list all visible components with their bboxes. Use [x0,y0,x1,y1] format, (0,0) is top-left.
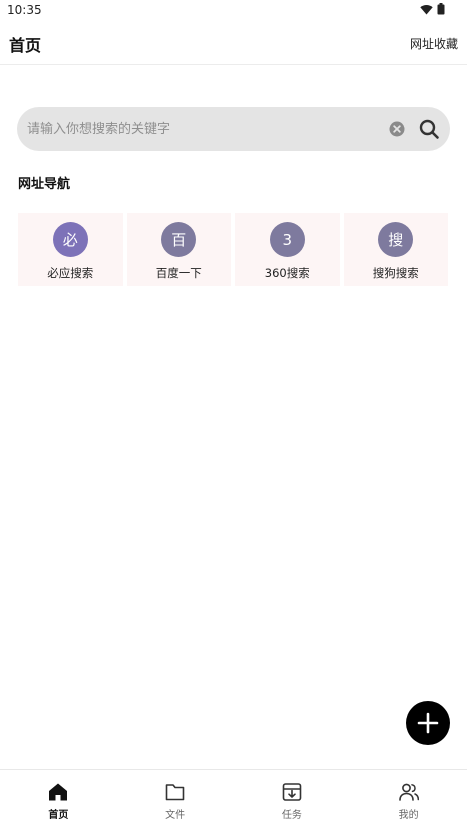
site-card-bing[interactable]: 必 必应搜索 [18,213,123,286]
site-card-baidu[interactable]: 百 百度一下 [126,213,231,286]
plus-icon [417,712,439,734]
site-badge: 搜 [378,222,414,257]
wifi-icon [420,4,433,14]
site-card-sogou[interactable]: 搜 搜狗搜索 [343,213,448,286]
add-button[interactable] [406,701,450,745]
tab-label: 我的 [398,810,419,821]
site-badge: 必 [52,222,88,257]
site-card-360[interactable]: 3 360搜索 [235,213,340,286]
tab-label: 文件 [165,810,186,821]
site-label: 搜狗搜索 [372,266,419,280]
users-icon [398,783,419,801]
tab-label: 任务 [281,810,302,821]
site-label: 360搜索 [264,266,310,280]
tab-home[interactable]: 首页 [0,770,117,831]
app-bar: 首页 网址收藏 [0,22,467,65]
folder-icon [165,784,185,801]
section-title: 网址导航 [18,177,71,192]
tab-mine[interactable]: 我的 [350,770,467,831]
search-bar [17,107,450,151]
screen: 10:35 首页 网址收藏 网址导航 必 [0,0,467,831]
status-time: 10:35 [7,3,42,17]
bookmarks-button[interactable]: 网址收藏 [410,35,458,52]
home-icon [49,783,68,801]
site-label: 必应搜索 [47,266,94,280]
status-bar: 10:35 [0,0,467,22]
search-icon[interactable] [418,118,440,140]
page-title: 首页 [9,36,42,55]
status-icons [420,3,445,15]
site-badge: 百 [161,222,197,257]
bottom-nav: 首页 文件 任务 我的 [0,769,467,831]
download-box-icon [282,783,302,801]
search-input[interactable] [27,107,377,151]
site-badge: 3 [269,222,305,257]
tab-label: 首页 [48,810,69,821]
site-nav-grid: 必 必应搜索 百 百度一下 3 360搜索 搜 搜狗搜索 [18,213,448,286]
clear-icon[interactable] [389,121,405,137]
site-label: 百度一下 [155,266,202,280]
tab-files[interactable]: 文件 [117,770,234,831]
tab-tasks[interactable]: 任务 [234,770,351,831]
battery-icon [437,3,445,15]
